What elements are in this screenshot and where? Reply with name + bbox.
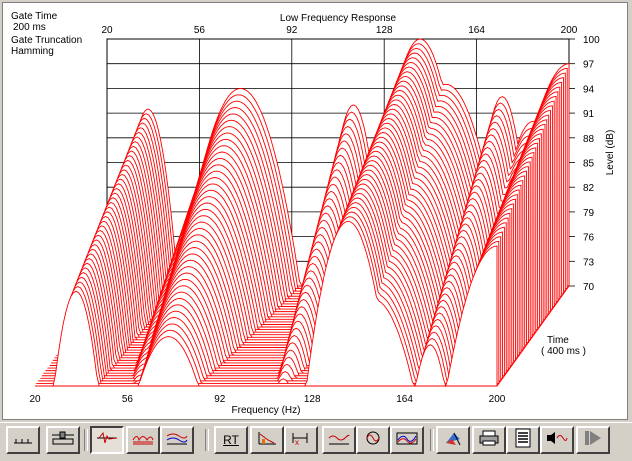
x-top-tick-label: 20: [101, 25, 113, 36]
y-axis-label: Level (dB): [605, 130, 616, 176]
printer-icon: [478, 429, 500, 452]
y-tick-label: 70: [583, 282, 595, 293]
gate-truncation-value: Hamming: [11, 46, 54, 57]
phase-icon: [362, 430, 384, 451]
y-tick-label: 85: [583, 159, 595, 170]
speaker-icon: [545, 430, 569, 451]
x-top-tick-label: 56: [194, 25, 206, 36]
decay-button[interactable]: [250, 426, 284, 454]
play-icon: [582, 429, 604, 452]
y-tick-label: 76: [583, 233, 595, 244]
x-bottom-tick-label: 164: [396, 394, 413, 405]
x-top-tick-label: 164: [468, 25, 485, 36]
y-tick-label: 100: [583, 35, 600, 46]
gate-truncation-label: Gate Truncation: [11, 35, 83, 46]
y-tick-label: 88: [583, 134, 595, 145]
gate-time-value: 200 ms: [13, 22, 46, 33]
y-tick-label: 82: [583, 183, 595, 194]
x-bottom-tick-label: 128: [304, 394, 321, 405]
frequency-response-button[interactable]: [322, 426, 356, 454]
time-axis-label: Time: [547, 335, 569, 346]
y-tick-label: 79: [583, 208, 595, 219]
y-tick-label: 94: [583, 84, 595, 95]
impulse-view-button[interactable]: [90, 426, 124, 454]
speaker-button[interactable]: [540, 426, 574, 454]
color-button[interactable]: [436, 426, 470, 454]
impulse-icon: [95, 430, 119, 451]
multi-curve-icon: [165, 430, 189, 451]
spectrum-icon: [395, 430, 419, 451]
print-button[interactable]: [472, 426, 506, 454]
plot-area: 100 97 94 91 88 85 82 79 76 73 70 20 20 56 56 92 92 128 12…: [2, 2, 628, 420]
palette-icon: [442, 429, 464, 452]
rt-text: RT: [223, 433, 239, 447]
y-tick-label: 97: [583, 60, 595, 71]
report-button[interactable]: [506, 426, 540, 454]
y-tick-label: 73: [583, 257, 595, 268]
waterfall-chart: 100 97 94 91 88 85 82 79 76 73 70 20 20 56 56 92 92 128 12…: [29, 13, 616, 416]
chart-title: Low Frequency Response: [280, 13, 397, 24]
document-icon: [513, 428, 533, 453]
toolbar: RT x: [0, 422, 632, 461]
x-top-tick-label: 200: [561, 25, 578, 36]
gate-button[interactable]: x: [284, 426, 318, 454]
toolbar-separator: [430, 429, 434, 451]
x-bottom-tick-label: 20: [29, 394, 41, 405]
frequency-icon: [327, 430, 351, 451]
x-bottom-tick-label: 200: [489, 394, 506, 405]
rt-button[interactable]: RT: [214, 426, 248, 454]
multi-curve-button[interactable]: [160, 426, 194, 454]
waterfall-window: 100 97 94 91 88 85 82 79 76 73 70 20 20 56 56 92 92 128 12…: [0, 0, 632, 461]
next-button[interactable]: [576, 426, 610, 454]
toolbar-separator: [84, 429, 88, 451]
svg-text:x: x: [295, 438, 299, 446]
x-top-tick-label: 92: [286, 25, 298, 36]
x-top-tick-label: 128: [376, 25, 393, 36]
waterfall-icon: [131, 430, 155, 451]
gate-time-label: Gate Time: [11, 11, 58, 22]
waterfall-view-button[interactable]: [126, 426, 160, 454]
gate-icon: x: [289, 430, 313, 451]
toolbar-separator: [205, 429, 209, 451]
phase-button[interactable]: [356, 426, 390, 454]
x-axis-label: Frequency (Hz): [232, 405, 301, 416]
decay-icon: [256, 430, 278, 451]
axis-toggle-button[interactable]: [6, 426, 40, 454]
spectrum-button[interactable]: [390, 426, 424, 454]
slider-icon: [50, 430, 76, 451]
axis-icon: [12, 430, 34, 451]
x-bottom-tick-label: 92: [214, 394, 226, 405]
x-bottom-tick-label: 56: [122, 394, 134, 405]
time-axis-range: ( 400 ms ): [541, 346, 586, 357]
y-tick-label: 91: [583, 109, 595, 120]
slider-view-button[interactable]: [46, 426, 80, 454]
